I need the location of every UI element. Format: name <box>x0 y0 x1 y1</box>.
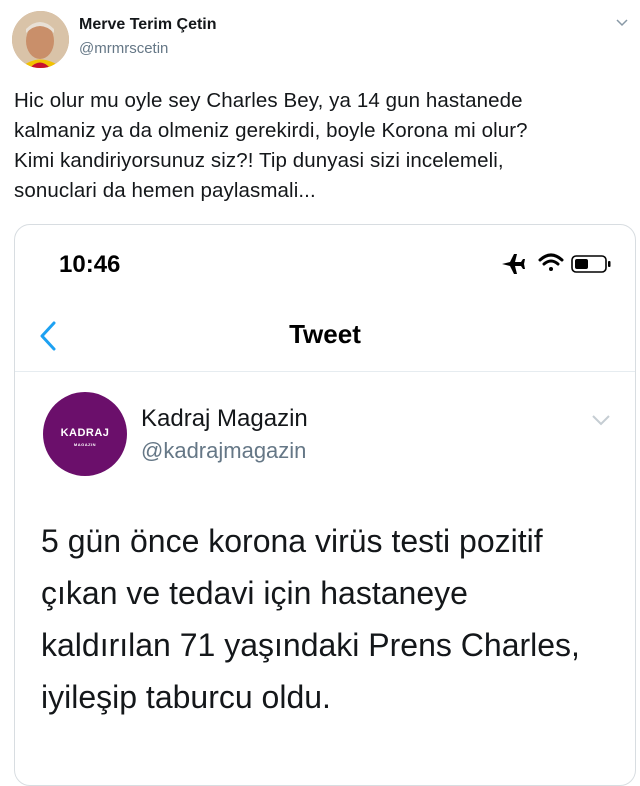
embedded-text-line: iyileşip taburcu oldu. <box>41 679 331 715</box>
tweet-text-line: kalmaniz ya da olmeniz gerekirdi, boyle … <box>14 119 528 142</box>
avatar[interactable] <box>12 11 69 68</box>
battery-icon <box>571 255 611 273</box>
airplane-icon <box>502 254 525 274</box>
tweet-text-line: sonuclari da hemen paylasmali... <box>14 179 316 202</box>
embedded-text-line: kaldırılan 71 yaşındaki Prens Charles, <box>41 627 580 663</box>
embedded-text-line: 5 gün önce korona virüs testi pozitif <box>41 523 543 559</box>
status-time: 10:46 <box>59 251 121 278</box>
embedded-author-name: Kadraj Magazin <box>141 405 308 432</box>
status-icons <box>502 253 611 274</box>
author-name[interactable]: Merve Terim Çetin <box>79 16 217 34</box>
nav-title: Tweet <box>289 319 361 349</box>
embedded-author-handle: @kadrajmagazin <box>141 438 307 463</box>
wifi-icon <box>538 253 564 271</box>
tweet-header: Merve Terim Çetin @mrmrscetin <box>0 0 640 80</box>
kadraj-logo-subtext: MAGAZIN <box>73 442 97 447</box>
embedded-tweet-text: 5 gün önce korona virüs testi pozitif çı… <box>41 515 631 723</box>
attached-image[interactable]: 10:46 Tweet KADRAJ MAGAZIN Kadraj Magazi… <box>14 224 636 786</box>
embedded-text-line: çıkan ve tedavi için hastaneye <box>41 575 468 611</box>
tweet-text-line: Kimi kandiriyorsunuz siz?! Tip dunyasi s… <box>14 149 504 172</box>
tweet-text-line: Hic olur mu oyle sey Charles Bey, ya 14 … <box>14 89 523 112</box>
chevron-down-icon <box>592 415 610 426</box>
tweet-text: Hic olur mu oyle sey Charles Bey, ya 14 … <box>14 86 634 206</box>
avatar-photo <box>12 11 69 68</box>
divider <box>15 371 635 372</box>
kadraj-avatar: KADRAJ MAGAZIN <box>43 392 127 476</box>
kadraj-logo-text: KADRAJ <box>60 427 110 439</box>
chevron-down-icon[interactable] <box>614 14 630 30</box>
author-handle[interactable]: @mrmrscetin <box>79 40 168 57</box>
